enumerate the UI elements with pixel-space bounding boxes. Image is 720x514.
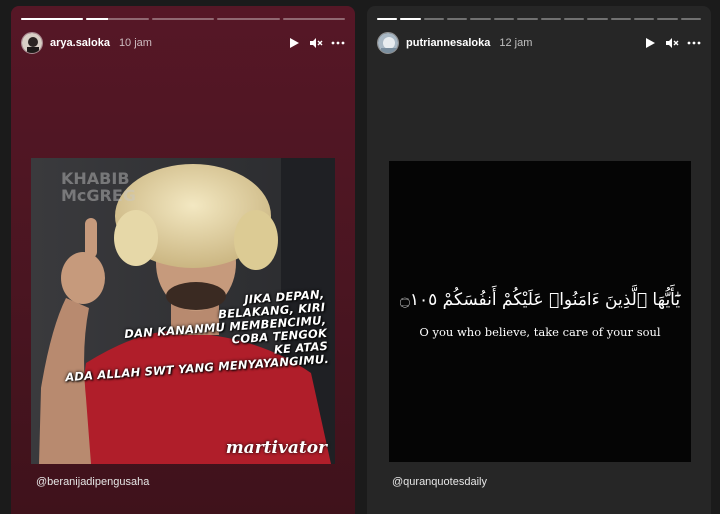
- story-progress: [377, 18, 702, 20]
- progress-segment: [587, 18, 608, 20]
- progress-segment: [657, 18, 678, 20]
- arabic-verse: يَٰٓأَيُّهَا ٱلَّذِينَ ءَامَنُوا۟ عَلَيْ…: [399, 290, 681, 310]
- story-progress: [21, 18, 346, 20]
- progress-segment: [86, 18, 149, 20]
- story-image: KHABIB McGREG JIKA DEPAN, BELAKANG, KIRI…: [31, 158, 335, 464]
- mention-sticker[interactable]: @beranijadipengusaha: [36, 476, 149, 488]
- progress-segment: [470, 18, 491, 20]
- progress-segment: [282, 18, 346, 20]
- post-time: 10 jam: [118, 37, 152, 49]
- story-card-arya[interactable]: arya.saloka 10 jam KHABIB McGREG JIKA DE…: [11, 6, 355, 514]
- signature: martivator: [225, 438, 327, 458]
- progress-segment: [633, 18, 655, 20]
- progress-segment: [493, 18, 515, 20]
- stories-viewer: arya.saloka 10 jam KHABIB McGREG JIKA DE…: [0, 0, 720, 514]
- mention-sticker[interactable]: @quranquotesdaily: [392, 476, 487, 488]
- verse-translation: O you who believe, take care of your sou…: [419, 325, 661, 339]
- username[interactable]: arya.saloka: [50, 37, 110, 49]
- progress-segment: [21, 18, 84, 20]
- username[interactable]: putriannesaloka: [406, 37, 490, 49]
- progress-segment: [377, 18, 398, 20]
- progress-segment: [540, 18, 561, 20]
- mute-icon[interactable]: [665, 36, 679, 50]
- more-icon[interactable]: [687, 36, 701, 50]
- avatar[interactable]: [21, 32, 43, 54]
- avatar[interactable]: [377, 32, 399, 54]
- story-image: يَٰٓأَيُّهَا ٱلَّذِينَ ءَامَنُوا۟ عَلَيْ…: [389, 161, 691, 462]
- progress-segment: [680, 18, 702, 20]
- more-icon[interactable]: [331, 36, 345, 50]
- background-banner-text: KHABIB McGREG: [61, 170, 136, 204]
- progress-segment: [610, 18, 631, 20]
- story-card-putri[interactable]: putriannesaloka 12 jam يَٰٓأَيُّهَا ٱلَّ…: [367, 6, 711, 514]
- progress-segment: [563, 18, 585, 20]
- progress-segment: [517, 18, 538, 20]
- play-icon[interactable]: [287, 36, 301, 50]
- post-time: 12 jam: [499, 37, 533, 49]
- progress-segment: [423, 18, 445, 20]
- mute-icon[interactable]: [309, 36, 323, 50]
- progress-segment: [400, 18, 421, 20]
- progress-segment: [217, 18, 280, 20]
- story-header: putriannesaloka 12 jam: [377, 30, 701, 56]
- progress-segment: [447, 18, 468, 20]
- banner-line-2: McGREG: [61, 186, 136, 205]
- banner-line-1: KHABIB: [61, 169, 130, 188]
- play-icon[interactable]: [643, 36, 657, 50]
- story-header: arya.saloka 10 jam: [21, 30, 345, 56]
- progress-segment: [151, 18, 215, 20]
